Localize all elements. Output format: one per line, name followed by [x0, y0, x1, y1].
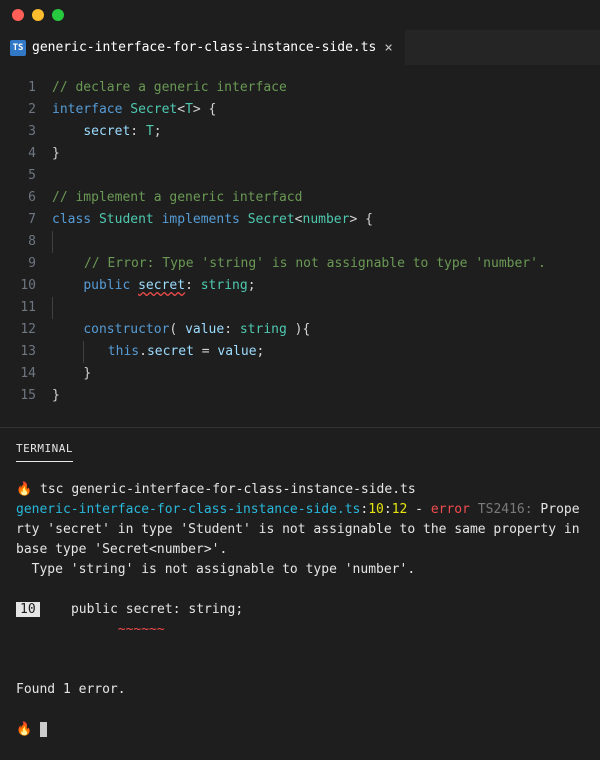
terminal-line-highlight: 10 [16, 602, 40, 617]
code-text: T [185, 102, 193, 117]
terminal-text: - [407, 502, 430, 517]
code-text: : [130, 124, 138, 139]
code-text: value [217, 344, 256, 359]
terminal-text: ~~~~~~ [32, 622, 165, 637]
gutter-line-number: 10 [0, 275, 52, 297]
gutter-line-number: 4 [0, 143, 52, 165]
window-titlebar [0, 0, 600, 30]
gutter-line-number: 6 [0, 187, 52, 209]
terminal-text: TS2416: [470, 502, 540, 517]
editor-tab-active[interactable]: TS generic-interface-for-class-instance-… [0, 30, 406, 65]
editor-tabbar: TS generic-interface-for-class-instance-… [0, 30, 600, 65]
terminal-output[interactable]: 🔥 tsc generic-interface-for-class-instan… [0, 462, 600, 758]
code-text: ){ [287, 322, 310, 337]
code-text: } [83, 366, 91, 381]
terminal-text: Type 'string' is not assignable to type … [16, 562, 415, 577]
code-text: public [83, 278, 130, 293]
code-text: } [52, 146, 60, 161]
code-text: T [146, 124, 154, 139]
panel: TERMINAL 🔥 tsc generic-interface-for-cla… [0, 427, 600, 758]
close-tab-button[interactable]: × [382, 40, 394, 56]
gutter-line-number: 1 [0, 77, 52, 99]
gutter-line-number: 12 [0, 319, 52, 341]
terminal-text: : [384, 502, 392, 517]
terminal-text: Found 1 error. [16, 682, 126, 697]
gutter-line-number: 9 [0, 253, 52, 275]
code-text: secret [147, 344, 194, 359]
code-text: { [201, 102, 217, 117]
terminal-tab[interactable]: TERMINAL [16, 436, 73, 462]
code-text: class [52, 212, 91, 227]
code-text: number [303, 212, 350, 227]
code-text: . [139, 344, 147, 359]
tab-filename: generic-interface-for-class-instance-sid… [32, 40, 376, 55]
terminal-text: error [431, 502, 470, 517]
code-text: > [193, 102, 201, 117]
code-text: string [240, 322, 287, 337]
minimize-window-button[interactable] [32, 9, 44, 21]
code-text: : [224, 322, 232, 337]
code-text: ; [248, 278, 256, 293]
code-text: < [177, 102, 185, 117]
code-text: Secret [248, 212, 295, 227]
code-text: ; [154, 124, 162, 139]
code-text: // implement a generic interfacd [52, 190, 302, 205]
code-text: < [295, 212, 303, 227]
close-window-button[interactable] [12, 9, 24, 21]
code-text: value [185, 322, 224, 337]
code-text: interface [52, 102, 122, 117]
error-squiggle[interactable]: secret [138, 278, 185, 293]
code-text: Student [99, 212, 154, 227]
code-text: string [201, 278, 248, 293]
code-text: } [52, 388, 60, 403]
gutter-line-number: 3 [0, 121, 52, 143]
code-text: implements [162, 212, 240, 227]
code-text: // declare a generic interface [52, 80, 287, 95]
gutter-line-number: 7 [0, 209, 52, 231]
gutter-line-number: 14 [0, 363, 52, 385]
gutter-line-number: 2 [0, 99, 52, 121]
gutter-line-number: 13 [0, 341, 52, 363]
prompt-icon: 🔥 [16, 482, 40, 497]
terminal-text: public secret: string; [40, 602, 244, 617]
code-text: ( [169, 322, 177, 337]
terminal-text: 12 [392, 502, 408, 517]
gutter-line-number: 8 [0, 231, 52, 253]
typescript-icon: TS [10, 40, 26, 56]
panel-tabs: TERMINAL [0, 428, 600, 462]
terminal-text: 10 [368, 502, 384, 517]
terminal-command: tsc generic-interface-for-class-instance… [40, 482, 416, 497]
code-text: ; [257, 344, 265, 359]
code-text: // Error: Type 'string' is not assignabl… [84, 256, 546, 271]
code-editor[interactable]: 1// declare a generic interface 2interfa… [0, 65, 600, 427]
code-text: : [185, 278, 193, 293]
code-text: constructor [83, 322, 169, 337]
code-text: this [108, 344, 139, 359]
terminal-text: generic-interface-for-class-instance-sid… [16, 502, 360, 517]
prompt-icon: 🔥 [16, 722, 40, 737]
code-text: { [357, 212, 373, 227]
code-text: secret [83, 124, 130, 139]
code-text: = [194, 344, 217, 359]
gutter-line-number: 5 [0, 165, 52, 187]
terminal-cursor [40, 722, 47, 737]
maximize-window-button[interactable] [52, 9, 64, 21]
gutter-line-number: 11 [0, 297, 52, 319]
gutter-line-number: 15 [0, 385, 52, 407]
code-text: Secret [130, 102, 177, 117]
